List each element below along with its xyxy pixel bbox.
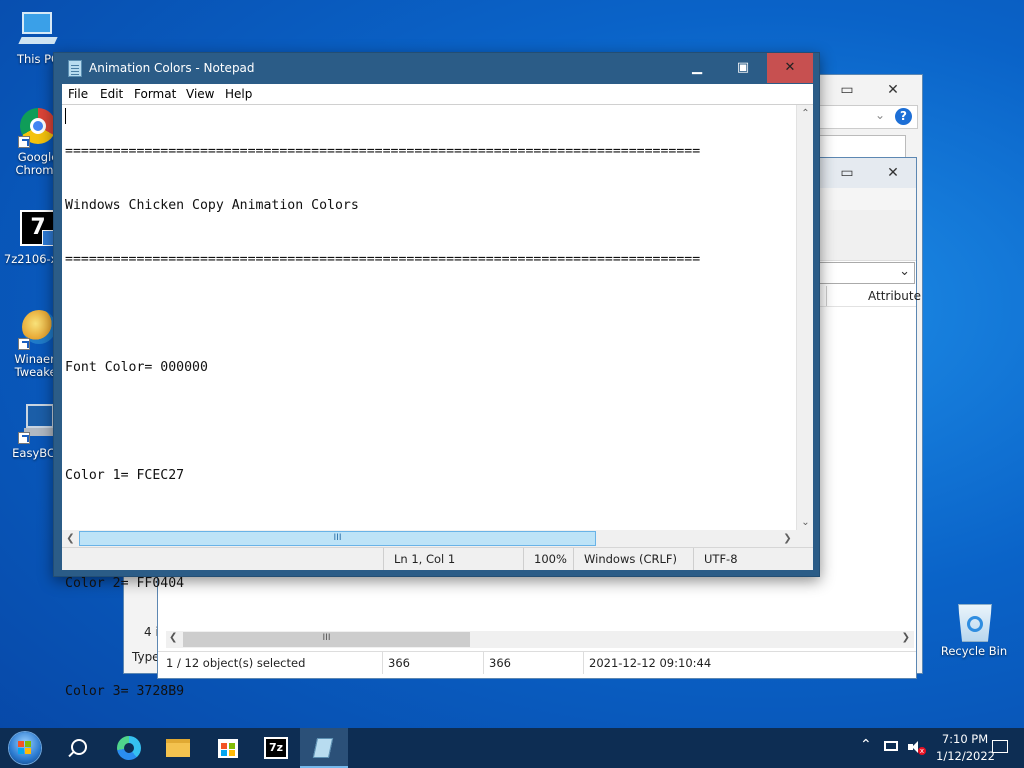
menu-file[interactable]: File [68,87,88,101]
chevron-down-icon: ⌄ [899,264,910,279]
menu-bar: File Edit Format View Help [62,84,813,104]
notepad-taskbar-button[interactable] [300,728,348,768]
menu-edit[interactable]: Edit [100,87,123,101]
maximize-icon: ▣ [736,60,750,75]
shortcut-arrow-icon [18,136,30,148]
help-icon[interactable]: ? [895,108,912,125]
menu-format[interactable]: Format [134,87,176,101]
edge-button[interactable] [104,728,152,768]
content-line-2: Windows Chicken Copy Animation Colors [65,198,359,213]
status-encoding: UTF-8 [693,548,813,570]
content-line-7: Color 1= FCEC27 [65,468,185,483]
menu-view[interactable]: View [186,87,214,101]
clock-time[interactable]: 7:10 PM [940,732,990,746]
status-line-ending: Windows (CRLF) [573,548,693,570]
network-icon[interactable] [884,741,898,751]
content-line-5: Font Color= 000000 [65,360,208,375]
store-button[interactable] [204,728,252,768]
status-zoom: 100% [523,548,573,570]
desktop-icon-recycle-bin[interactable]: Recycle Bin [936,602,1012,658]
vertical-scrollbar[interactable]: ⌃ ⌄ [796,105,813,531]
recycle-bin-icon [954,602,994,642]
notepad-icon [68,60,82,77]
content-line-1: ========================================… [65,144,701,159]
address-bar[interactable]: ⌄ ? [814,105,918,129]
scroll-up-arrow[interactable]: ⌃ [797,105,814,122]
maximize-button[interactable]: ▭ [824,75,870,105]
title-bar[interactable]: Animation Colors - Notepad ▁ ▣ ✕ [54,53,819,84]
store-icon [218,739,238,758]
chrome-icon [18,108,58,148]
folder-icon [166,739,190,757]
text-editor[interactable]: ========================================… [62,104,813,699]
scrollbar-corner [796,530,813,547]
shortcut-arrow-icon [18,338,30,350]
winaero-tweaker-icon [18,310,58,350]
notepad-window[interactable]: Animation Colors - Notepad ▁ ▣ ✕ File Ed… [53,52,820,699]
clock-date[interactable]: 1/12/2022 [936,749,995,763]
close-button[interactable]: ✕ [767,53,813,83]
system-tray: ⌃ x 7:10 PM 1/12/2022 [824,728,1024,768]
close-button[interactable]: ✕ [870,75,916,105]
editor-content[interactable]: ========================================… [65,107,795,737]
status-bar: Ln 1, Col 1 100% Windows (CRLF) UTF-8 [62,547,813,570]
window-title: Animation Colors - Notepad [89,61,255,75]
start-button[interactable] [0,728,48,768]
search-button[interactable] [54,728,102,768]
content-line-3: ========================================… [65,252,701,267]
volume-muted-icon[interactable]: x [908,740,926,755]
notification-center-icon[interactable] [992,740,1008,753]
minimize-button[interactable]: ▁ [674,53,720,83]
notepad-icon [312,738,334,758]
7zip-icon: 7z [264,737,288,759]
horizontal-scrollbar[interactable]: ❮ III ❯ [62,530,796,547]
scroll-thumb[interactable]: III [79,531,596,546]
scroll-down-arrow[interactable]: ⌄ [797,514,814,531]
status-cursor-position: Ln 1, Col 1 [383,548,523,570]
taskbar: 7z ⌃ x 7:10 PM 1/12/2022 [0,728,1024,768]
minimize-icon: ▁ [692,60,702,75]
windows-orb-icon [9,732,41,764]
scroll-right-arrow[interactable]: ❯ [902,632,910,643]
content-line-10: ​ [65,629,795,647]
show-hidden-icons-chevron-icon[interactable]: ⌃ [860,737,872,753]
content-line-11: Color 3= 3728B9 [65,684,185,699]
scroll-right-arrow[interactable]: ❯ [779,530,796,547]
chevron-down-icon: ⌄ [875,108,886,122]
7zip-taskbar-button[interactable]: 7z [252,728,300,768]
content-line-9: Color 2= FF0404 [65,576,185,591]
easybcd-icon [18,404,58,444]
computer-icon [18,10,58,50]
content-line-4: ​ [65,305,795,323]
menu-help[interactable]: Help [225,87,252,101]
maximize-button[interactable]: ▣ [720,53,766,83]
shortcut-arrow-icon [18,432,30,444]
scroll-left-arrow[interactable]: ❮ [62,530,79,547]
file-explorer-button[interactable] [154,728,202,768]
7zip-icon: 7 [18,210,58,250]
content-line-6: ​ [65,413,795,431]
close-icon: ✕ [784,60,796,75]
column-header-attributes[interactable]: Attribute [868,289,921,303]
close-button[interactable]: ✕ [870,158,916,188]
maximize-button[interactable]: ▭ [824,158,870,188]
